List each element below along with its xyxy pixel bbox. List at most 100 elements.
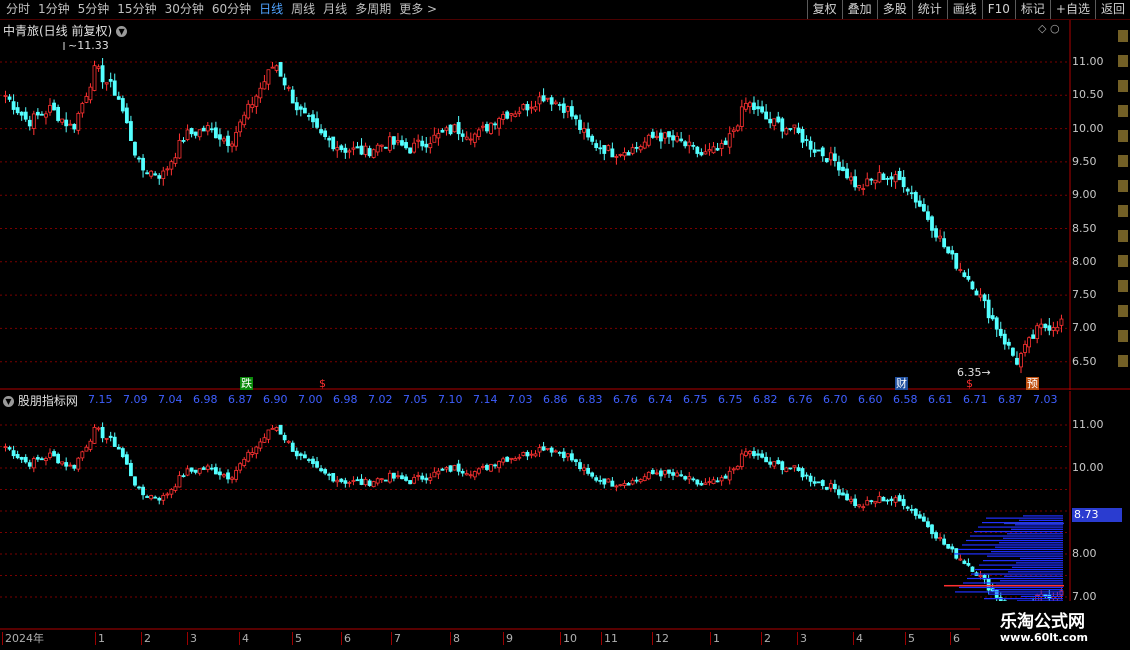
tab-0[interactable]: 分时: [2, 0, 34, 19]
ind-candle-body-37: [153, 496, 158, 499]
main-candle-body-83: [339, 145, 344, 150]
tool-button-5[interactable]: F10: [981, 0, 1015, 19]
main-candle-body-211: [857, 185, 862, 189]
main-candle-body-229: [930, 216, 934, 231]
main-candle-body-87: [355, 146, 360, 149]
indicator-value: 7.04: [158, 393, 183, 406]
main-y-tick: 9.50: [1072, 154, 1097, 168]
main-candle-body-186: [756, 106, 760, 110]
ind-y-tick: 8.00: [1072, 547, 1097, 560]
ind-candle-body-207: [841, 492, 845, 496]
ind-candle-body-225: [913, 508, 918, 516]
main-candle-body-204: [828, 152, 833, 161]
main-candle-body-79: [323, 130, 328, 137]
marker-fall[interactable]: 跌: [240, 377, 253, 390]
month-label: 2: [141, 632, 151, 645]
main-candle-body-13: [56, 106, 60, 121]
main-candle-body-132: [537, 96, 542, 105]
ind-candle-body-119: [485, 464, 489, 470]
ind-candle-body-202: [820, 480, 825, 486]
ind-candle-body-173: [703, 482, 708, 485]
ind-candle-body-122: [497, 461, 501, 469]
tab-5[interactable]: 60分钟: [208, 0, 255, 19]
indicator-value: 6.75: [718, 393, 743, 406]
main-candle-body-230: [934, 228, 938, 238]
main-candle-body-136: [553, 101, 558, 105]
ind-candle-body-161: [654, 472, 659, 475]
marker-dollar[interactable]: $: [318, 377, 327, 390]
tool-button-7[interactable]: +自选: [1049, 0, 1095, 19]
profile-bar-6: [1011, 528, 1063, 530]
main-candle-body-156: [634, 146, 639, 149]
tab-3[interactable]: 15分钟: [113, 0, 160, 19]
marker-finance[interactable]: 财: [895, 377, 908, 390]
tool-button-2[interactable]: 多股: [876, 0, 912, 19]
main-y-tick: 7.00: [1072, 321, 1097, 335]
ind-candle-body-17: [72, 464, 77, 469]
ind-candle-body-40: [165, 493, 170, 496]
marker-forecast[interactable]: 预: [1026, 377, 1039, 390]
ind-candle-body-45: [185, 468, 190, 476]
tool-button-0[interactable]: 复权: [806, 0, 842, 19]
main-candle-body-234: [950, 250, 955, 255]
ind-candle-body-120: [489, 464, 493, 472]
indicator-value: 7.00: [298, 393, 323, 406]
main-candle-body-160: [650, 131, 655, 138]
indicator-value: 6.75: [683, 393, 708, 406]
main-candle-body-256: [1039, 323, 1044, 329]
tab-4[interactable]: 30分钟: [161, 0, 208, 19]
ind-candle-body-55: [226, 472, 230, 480]
ind-candle-body-112: [456, 463, 461, 472]
indicator-value: 6.70: [823, 393, 848, 406]
main-chart[interactable]: ~11.336.35→: [0, 20, 1130, 390]
ind-candle-body-34: [141, 486, 145, 496]
main-candle-body-70: [286, 86, 291, 89]
indicator-value: 6.71: [963, 393, 988, 406]
main-candle-body-240: [974, 290, 979, 296]
tab-8[interactable]: 月线: [319, 0, 351, 19]
tool-button-4[interactable]: 画线: [946, 0, 982, 19]
main-candle-body-8: [35, 111, 40, 116]
tab-7[interactable]: 周线: [287, 0, 319, 19]
main-candle-body-67: [274, 65, 279, 71]
ind-candle-body-102: [416, 475, 421, 477]
tab-1[interactable]: 1分钟: [34, 0, 74, 19]
tool-button-8[interactable]: 返回: [1094, 0, 1130, 19]
indicator-value: 6.74: [648, 393, 673, 406]
tool-button-1[interactable]: 叠加: [841, 0, 877, 19]
main-candle-body-54: [222, 138, 226, 142]
main-candle-body-53: [218, 134, 222, 140]
main-candle-body-222: [901, 176, 906, 188]
tool-button-6[interactable]: 标记: [1014, 0, 1050, 19]
ind-y-tick: 10.00: [1072, 461, 1104, 474]
main-candle-body-200: [812, 149, 817, 153]
profile-bar-15: [958, 548, 1063, 551]
main-candle-body-174: [707, 149, 712, 152]
tab-10[interactable]: 更多 >: [395, 0, 441, 19]
main-candle-body-94: [383, 146, 388, 149]
tab-6[interactable]: 日线: [255, 0, 287, 19]
main-candle-body-52: [213, 127, 218, 139]
ind-candle-body-140: [570, 453, 574, 461]
month-label: 6: [950, 632, 960, 645]
main-candle-body-134: [545, 97, 550, 100]
main-candle-body-97: [396, 140, 400, 143]
diamond-icon[interactable]: ◇ ○: [1038, 22, 1060, 35]
tab-2[interactable]: 5分钟: [74, 0, 114, 19]
tool-button-3[interactable]: 统计: [911, 0, 947, 19]
main-candle-body-105: [428, 143, 433, 149]
tab-9[interactable]: 多周期: [351, 0, 395, 19]
main-y-tick: 11.00: [1072, 55, 1104, 68]
ind-candle-body-127: [517, 456, 522, 459]
chevron-down-icon[interactable]: ▼: [3, 396, 14, 407]
ind-candle-body-143: [582, 467, 586, 471]
main-candle-body-17: [72, 124, 77, 130]
marker-dollar-2[interactable]: $: [965, 377, 974, 390]
profile-bar-7: [974, 530, 1063, 533]
main-candle-body-6: [27, 119, 32, 127]
chevron-down-icon[interactable]: ▼: [116, 26, 128, 37]
main-candle-body-121: [493, 123, 497, 126]
indicator-chart[interactable]: [0, 391, 1130, 630]
ind-candle-body-23: [96, 427, 101, 430]
indicator-value: 7.14: [473, 393, 498, 406]
